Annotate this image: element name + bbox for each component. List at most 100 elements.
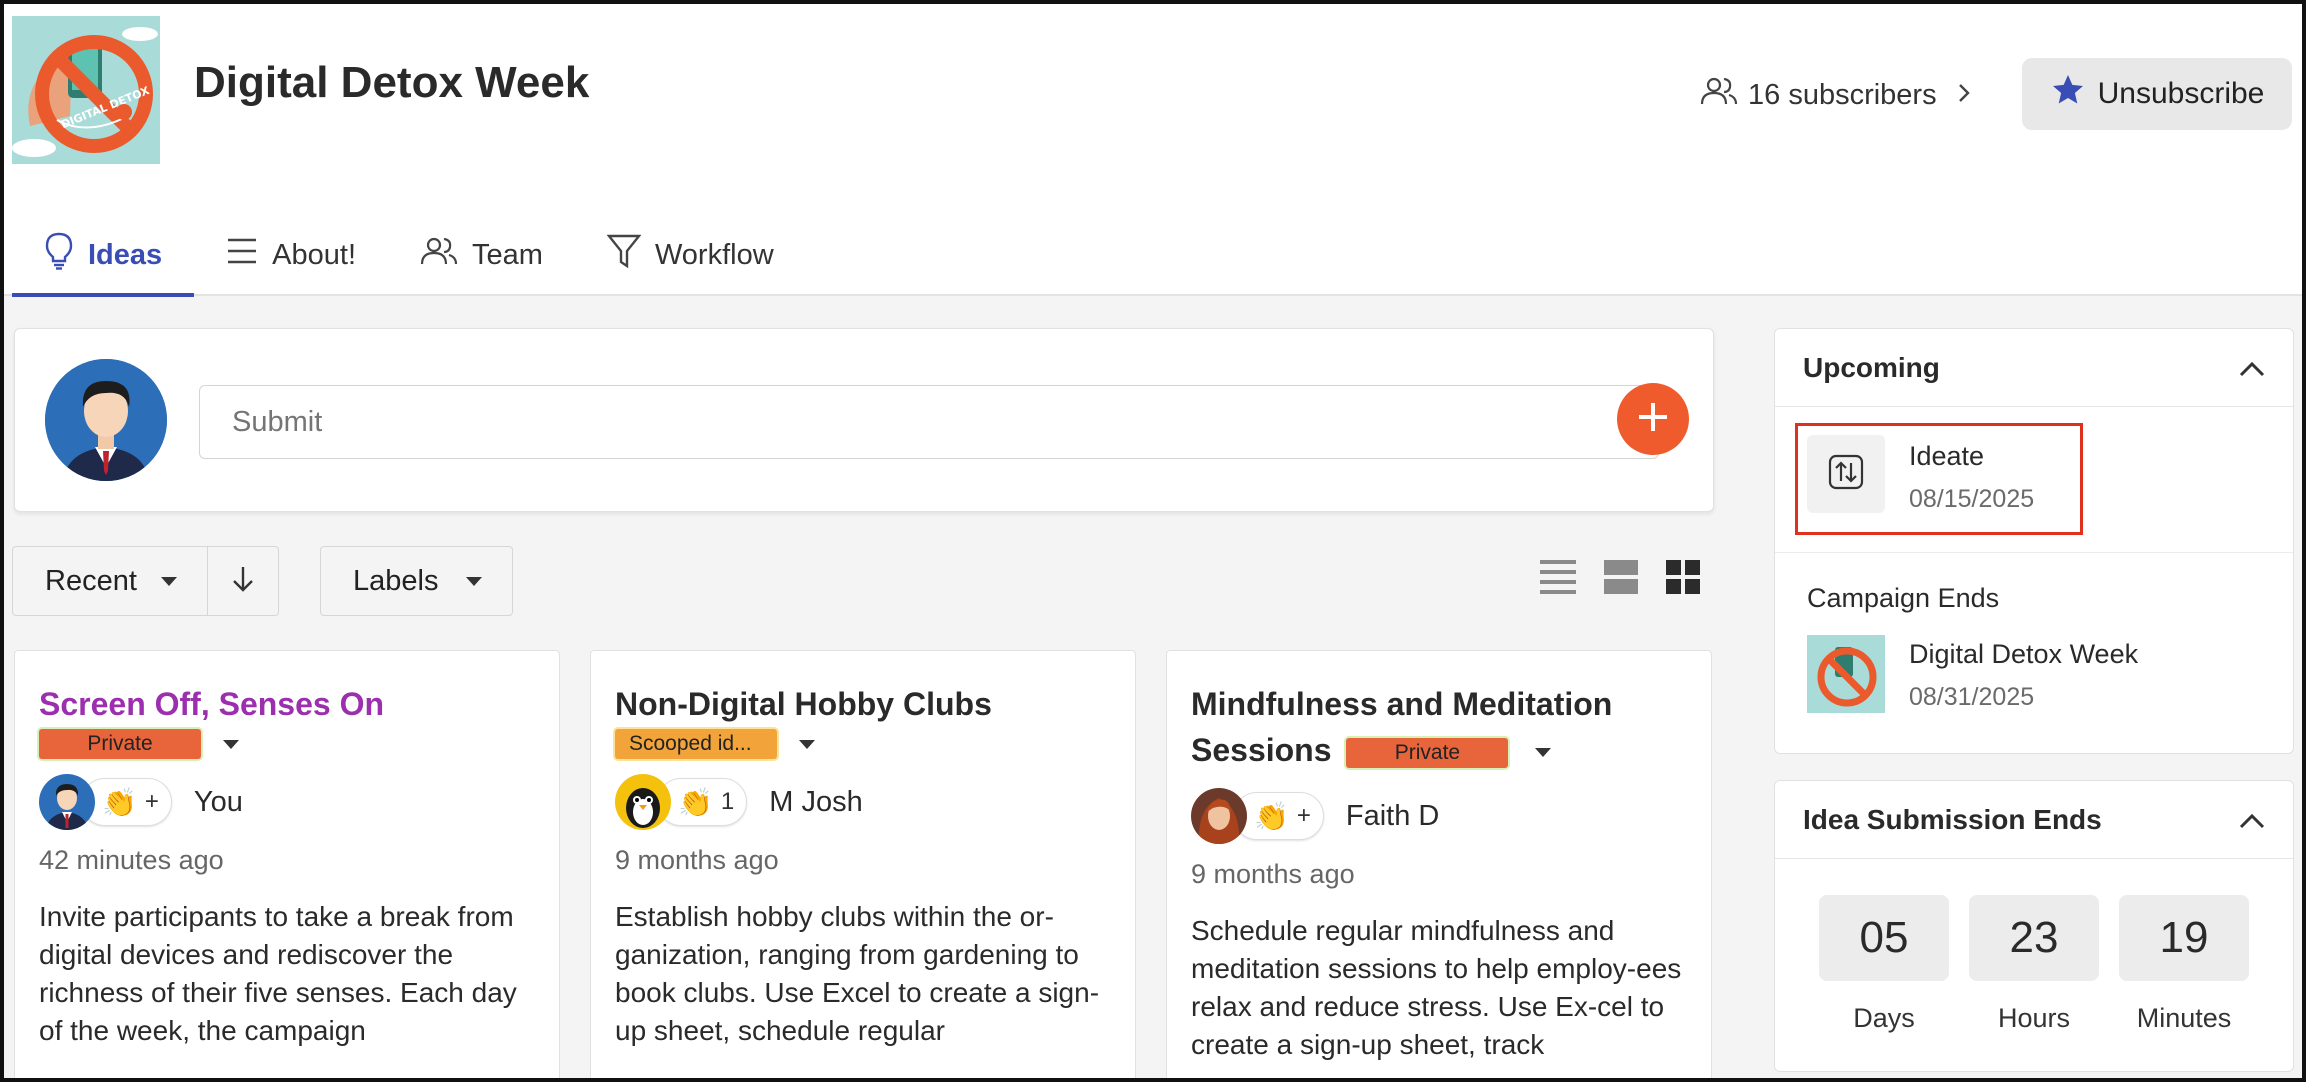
chevron-up-icon[interactable]: [2239, 804, 2265, 836]
idea-card[interactable]: Non-Digital Hobby Clubs Scooped id... 👏 …: [590, 650, 1136, 1078]
campaign-logo-thumb: [1807, 635, 1885, 713]
clap-icon: 👏: [1254, 800, 1289, 832]
campaign-date: 08/31/2025: [1909, 683, 2035, 711]
idea-card[interactable]: Screen Off, Senses On Private 👏 + You 42…: [14, 650, 560, 1078]
labels-select-label: Labels: [353, 564, 439, 597]
caret-down-icon: [466, 576, 483, 586]
idea-title[interactable]: Non-Digital Hobby Clubs: [615, 681, 1111, 727]
event-date: 08/15/2025: [1909, 485, 2035, 513]
status-badge: Private: [1346, 737, 1509, 768]
star-icon: [2050, 72, 2086, 116]
unsubscribe-label: Unsubscribe: [2097, 77, 2265, 110]
clap-count: +: [1296, 802, 1311, 829]
submission-ends-panel: Idea Submission Ends 05 Days 23 Hours 19…: [1774, 780, 2294, 1072]
tab-team[interactable]: Team: [388, 214, 575, 296]
author-name: M Josh: [769, 785, 863, 818]
avatar: [615, 774, 671, 830]
idea-description: Establish hobby clubs within the or-gani…: [615, 901, 1100, 1046]
idea-title[interactable]: Screen Off, Senses On: [39, 681, 535, 727]
menu-lines-icon: [226, 237, 258, 273]
tab-ideas-label: Ideas: [88, 238, 163, 271]
submit-idea-input[interactable]: [199, 385, 1659, 459]
sort-direction-button[interactable]: [208, 547, 278, 615]
view-toggle-group: [1540, 560, 1700, 599]
avatar: [39, 774, 95, 830]
submission-title: Idea Submission Ends: [1803, 803, 2102, 835]
author-name: Faith D: [1345, 799, 1440, 832]
campaign-header: DIGITAL DETOX Digital Detox Week 16 subs…: [4, 4, 2302, 297]
caret-down-icon[interactable]: [799, 739, 816, 749]
tab-ideas[interactable]: Ideas: [12, 214, 195, 297]
clap-count: +: [144, 788, 159, 815]
countdown-timer: 05 Days 23 Hours 19 Minutes: [1775, 859, 2293, 1034]
clap-count: 1: [720, 788, 735, 815]
author-row: 👏 + You: [39, 771, 535, 833]
caret-down-icon: [160, 576, 177, 586]
avatar: [1191, 788, 1247, 844]
countdown-label: Hours: [1997, 1003, 2071, 1033]
campaign-tabs: Ideas About! Team Workflow: [12, 214, 806, 297]
compact-view-icon[interactable]: [1604, 560, 1638, 599]
author-row: 👏 + Faith D: [1191, 785, 1687, 847]
countdown-days: 05 Days: [1819, 895, 1949, 1034]
event-title: Ideate: [1909, 441, 1985, 471]
tab-workflow-label: Workflow: [654, 238, 774, 271]
idea-timestamp: 42 minutes ago: [39, 845, 224, 875]
event-icon-box: [1807, 435, 1885, 513]
status-badge: Private: [39, 729, 201, 759]
app-window: DIGITAL DETOX Digital Detox Week 16 subs…: [0, 0, 2306, 1082]
submission-panel-header[interactable]: Idea Submission Ends: [1775, 781, 2293, 859]
upcoming-event-ideate[interactable]: Ideate 08/15/2025: [1775, 407, 2293, 553]
upcoming-panel-header[interactable]: Upcoming: [1775, 329, 2293, 407]
countdown-label: Days: [1853, 1003, 1915, 1033]
countdown-minutes: 19 Minutes: [2119, 895, 2249, 1034]
idea-title[interactable]: Mindfulness and Meditation Sessions Priv…: [1191, 681, 1687, 773]
author-name: You: [193, 785, 243, 818]
subscribers-count: 16 subscribers: [1748, 78, 1937, 111]
upcoming-panel: Upcoming Ideate 08/15/2025 Campaign Ends…: [1774, 328, 2294, 754]
campaign-logo: DIGITAL DETOX: [12, 16, 160, 164]
users-icon: [420, 235, 458, 275]
countdown-value: 19: [2119, 895, 2249, 981]
labels-filter-select[interactable]: Labels: [320, 546, 514, 616]
caret-down-icon[interactable]: [1535, 748, 1552, 758]
campaign-title: Digital Detox Week: [1909, 639, 2139, 669]
add-idea-button[interactable]: [1617, 383, 1689, 455]
sort-select[interactable]: Recent: [13, 547, 208, 615]
countdown-value: 05: [1819, 895, 1949, 981]
idea-card[interactable]: Mindfulness and Meditation Sessions Priv…: [1166, 650, 1712, 1078]
page-title: Digital Detox Week: [194, 58, 590, 107]
lightbulb-icon: [44, 232, 74, 278]
countdown-label: Minutes: [2136, 1003, 2232, 1033]
chevron-right-icon: [1957, 79, 1971, 112]
countdown-hours: 23 Hours: [1969, 895, 2099, 1034]
users-icon: [1700, 76, 1738, 114]
upcoming-title: Upcoming: [1803, 351, 1940, 383]
submit-idea-card: [14, 328, 1714, 512]
list-view-icon[interactable]: [1540, 560, 1576, 599]
idea-description: Invite participants to take a break from…: [39, 901, 517, 1046]
plus-icon: [1636, 400, 1670, 439]
sort-select-label: Recent: [45, 564, 137, 597]
tab-about-label: About!: [272, 238, 357, 271]
countdown-value: 23: [1969, 895, 2099, 981]
idea-timestamp: 9 months ago: [1191, 859, 1355, 889]
sort-control: Recent: [12, 546, 279, 616]
tab-workflow[interactable]: Workflow: [575, 214, 806, 296]
funnel-icon: [606, 233, 642, 277]
grid-view-icon[interactable]: [1666, 560, 1700, 599]
unsubscribe-button[interactable]: Unsubscribe: [2022, 58, 2292, 130]
status-badge: Scooped id...: [615, 729, 777, 759]
author-row: 👏 1 M Josh: [615, 771, 1111, 833]
clap-icon: 👏: [102, 786, 137, 818]
chevron-up-icon[interactable]: [2239, 352, 2265, 384]
tab-team-label: Team: [472, 238, 543, 271]
campaign-ends-label: Campaign Ends: [1807, 583, 2000, 613]
avatar: [45, 359, 167, 481]
swap-vertical-icon: [1828, 454, 1864, 495]
caret-down-icon[interactable]: [223, 739, 240, 749]
campaign-ends-event[interactable]: Campaign Ends Digital Detox Week 08/31/2…: [1775, 553, 2293, 753]
tab-about[interactable]: About!: [194, 214, 388, 296]
idea-description: Schedule regular mindfulness and meditat…: [1191, 915, 1682, 1060]
subscribers-link[interactable]: 16 subscribers: [1700, 74, 1971, 116]
